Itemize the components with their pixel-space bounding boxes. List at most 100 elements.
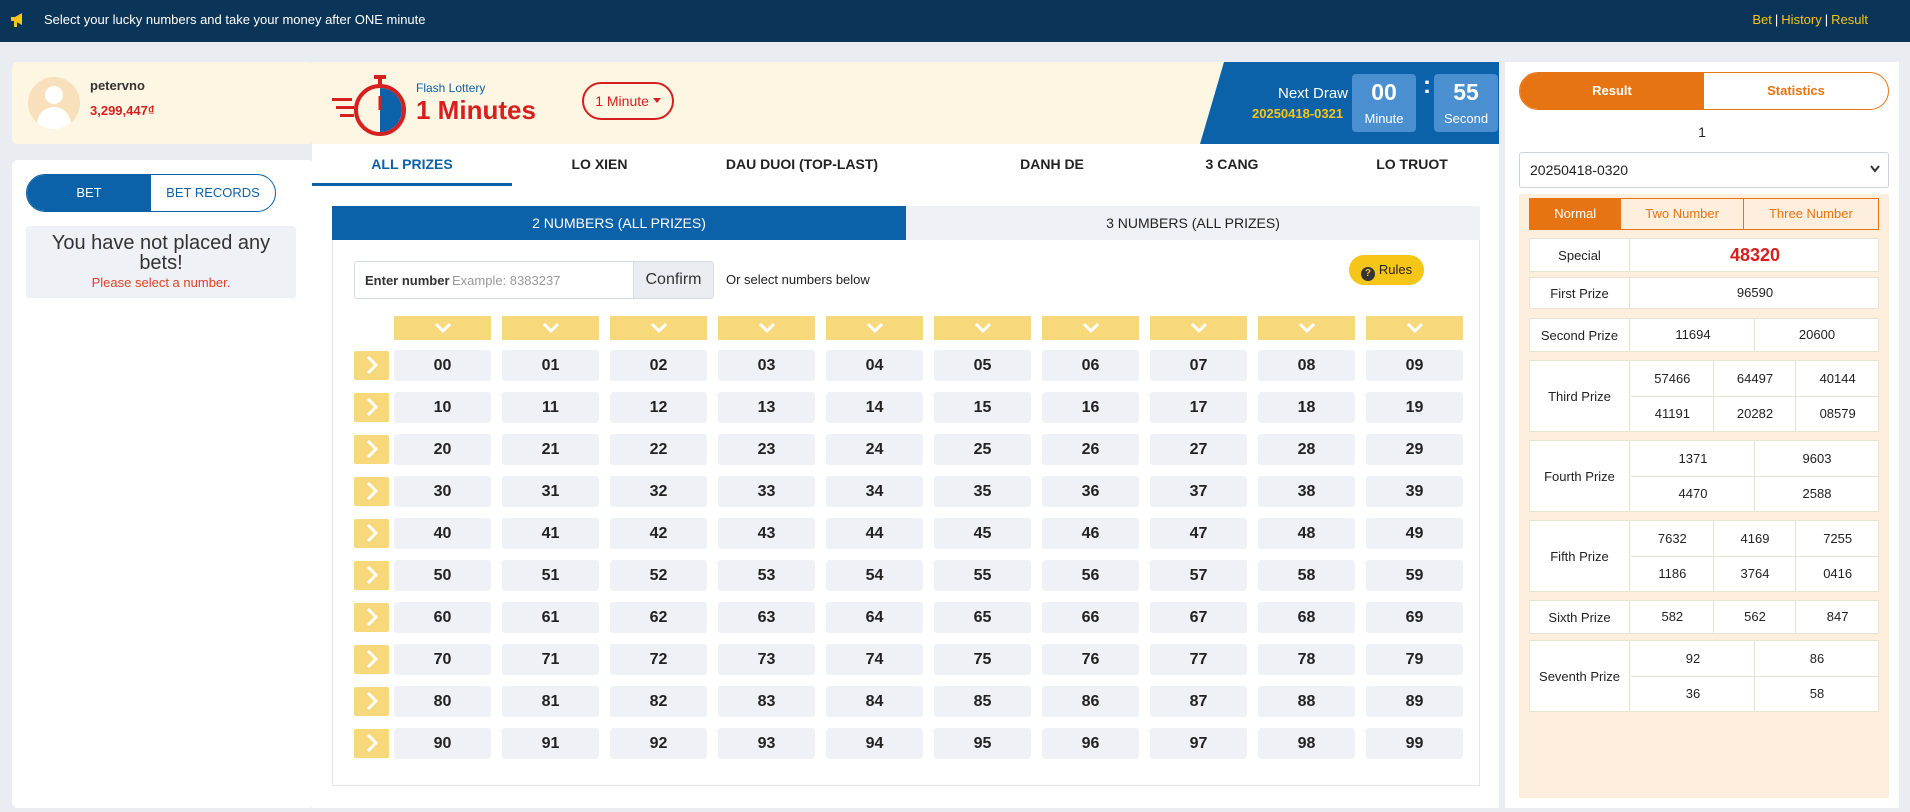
- number-cell[interactable]: 72: [610, 644, 707, 675]
- row-select-9[interactable]: [354, 729, 389, 758]
- column-select-3[interactable]: [718, 316, 815, 340]
- number-cell[interactable]: 36: [1042, 476, 1139, 507]
- number-cell[interactable]: 70: [394, 644, 491, 675]
- number-cell[interactable]: 81: [502, 686, 599, 717]
- number-cell[interactable]: 58: [1258, 560, 1355, 591]
- result-tab[interactable]: Result: [1520, 73, 1704, 109]
- number-cell[interactable]: 28: [1258, 434, 1355, 465]
- number-cell[interactable]: 18: [1258, 392, 1355, 423]
- number-cell[interactable]: 00: [394, 350, 491, 381]
- number-cell[interactable]: 05: [934, 350, 1031, 381]
- number-cell[interactable]: 29: [1366, 434, 1463, 465]
- column-select-4[interactable]: [826, 316, 923, 340]
- number-cell[interactable]: 37: [1150, 476, 1247, 507]
- number-cell[interactable]: 27: [1150, 434, 1247, 465]
- number-cell[interactable]: 31: [502, 476, 599, 507]
- mode-two-number[interactable]: Two Number: [1621, 199, 1744, 229]
- number-cell[interactable]: 41: [502, 518, 599, 549]
- number-cell[interactable]: 32: [610, 476, 707, 507]
- row-select-8[interactable]: [354, 687, 389, 716]
- column-select-8[interactable]: [1258, 316, 1355, 340]
- number-cell[interactable]: 39: [1366, 476, 1463, 507]
- number-cell[interactable]: 66: [1042, 602, 1139, 633]
- number-cell[interactable]: 99: [1366, 728, 1463, 759]
- confirm-button[interactable]: Confirm: [633, 262, 713, 298]
- row-select-7[interactable]: [354, 645, 389, 674]
- statistics-tab[interactable]: Statistics: [1704, 73, 1888, 109]
- number-cell[interactable]: 46: [1042, 518, 1139, 549]
- number-cell[interactable]: 09: [1366, 350, 1463, 381]
- number-cell[interactable]: 43: [718, 518, 815, 549]
- number-cell[interactable]: 13: [718, 392, 815, 423]
- number-cell[interactable]: 42: [610, 518, 707, 549]
- number-cell[interactable]: 25: [934, 434, 1031, 465]
- number-cell[interactable]: 48: [1258, 518, 1355, 549]
- column-select-5[interactable]: [934, 316, 1031, 340]
- number-cell[interactable]: 03: [718, 350, 815, 381]
- bet-tab[interactable]: BET: [27, 175, 151, 211]
- number-cell[interactable]: 08: [1258, 350, 1355, 381]
- number-cell[interactable]: 12: [610, 392, 707, 423]
- tab-2-numbers[interactable]: 2 NUMBERS (ALL PRIZES): [332, 206, 906, 240]
- tab-all-prizes[interactable]: ALL PRIZES: [312, 144, 512, 186]
- mode-normal[interactable]: Normal: [1530, 199, 1622, 229]
- number-cell[interactable]: 61: [502, 602, 599, 633]
- number-cell[interactable]: 57: [1150, 560, 1247, 591]
- number-cell[interactable]: 71: [502, 644, 599, 675]
- number-cell[interactable]: 14: [826, 392, 923, 423]
- duration-dropdown[interactable]: 1 Minute: [582, 82, 674, 120]
- number-cell[interactable]: 93: [718, 728, 815, 759]
- number-cell[interactable]: 30: [394, 476, 491, 507]
- number-cell[interactable]: 07: [1150, 350, 1247, 381]
- column-select-9[interactable]: [1366, 316, 1463, 340]
- number-cell[interactable]: 47: [1150, 518, 1247, 549]
- history-link[interactable]: History: [1781, 12, 1821, 27]
- number-cell[interactable]: 26: [1042, 434, 1139, 465]
- number-cell[interactable]: 89: [1366, 686, 1463, 717]
- number-cell[interactable]: 53: [718, 560, 815, 591]
- number-cell[interactable]: 17: [1150, 392, 1247, 423]
- rules-button[interactable]: ? Rules: [1349, 255, 1424, 285]
- mode-three-number[interactable]: Three Number: [1744, 199, 1878, 229]
- number-cell[interactable]: 79: [1366, 644, 1463, 675]
- number-cell[interactable]: 63: [718, 602, 815, 633]
- number-cell[interactable]: 59: [1366, 560, 1463, 591]
- number-cell[interactable]: 97: [1150, 728, 1247, 759]
- number-cell[interactable]: 60: [394, 602, 491, 633]
- number-cell[interactable]: 50: [394, 560, 491, 591]
- number-cell[interactable]: 16: [1042, 392, 1139, 423]
- row-select-4[interactable]: [354, 519, 389, 548]
- number-cell[interactable]: 01: [502, 350, 599, 381]
- number-cell[interactable]: 75: [934, 644, 1031, 675]
- bet-link[interactable]: Bet: [1752, 12, 1772, 27]
- row-select-0[interactable]: [354, 351, 389, 380]
- tab-3-cang[interactable]: 3 CANG: [1152, 144, 1312, 184]
- number-cell[interactable]: 82: [610, 686, 707, 717]
- number-cell[interactable]: 10: [394, 392, 491, 423]
- number-cell[interactable]: 52: [610, 560, 707, 591]
- number-cell[interactable]: 24: [826, 434, 923, 465]
- tab-lo-xien[interactable]: LO XIEN: [512, 144, 687, 184]
- number-cell[interactable]: 94: [826, 728, 923, 759]
- number-cell[interactable]: 34: [826, 476, 923, 507]
- row-select-3[interactable]: [354, 477, 389, 506]
- number-cell[interactable]: 84: [826, 686, 923, 717]
- number-cell[interactable]: 85: [934, 686, 1031, 717]
- number-cell[interactable]: 02: [610, 350, 707, 381]
- row-select-1[interactable]: [354, 393, 389, 422]
- number-cell[interactable]: 74: [826, 644, 923, 675]
- row-select-5[interactable]: [354, 561, 389, 590]
- bet-records-tab[interactable]: BET RECORDS: [151, 175, 275, 211]
- tab-dau-duoi[interactable]: DAU DUOI (TOP-LAST): [687, 144, 917, 184]
- tab-3-numbers[interactable]: 3 NUMBERS (ALL PRIZES): [906, 206, 1480, 240]
- number-cell[interactable]: 91: [502, 728, 599, 759]
- number-cell[interactable]: 23: [718, 434, 815, 465]
- number-cell[interactable]: 33: [718, 476, 815, 507]
- number-cell[interactable]: 83: [718, 686, 815, 717]
- number-cell[interactable]: 68: [1258, 602, 1355, 633]
- number-cell[interactable]: 62: [610, 602, 707, 633]
- number-cell[interactable]: 38: [1258, 476, 1355, 507]
- column-select-7[interactable]: [1150, 316, 1247, 340]
- number-cell[interactable]: 22: [610, 434, 707, 465]
- number-cell[interactable]: 88: [1258, 686, 1355, 717]
